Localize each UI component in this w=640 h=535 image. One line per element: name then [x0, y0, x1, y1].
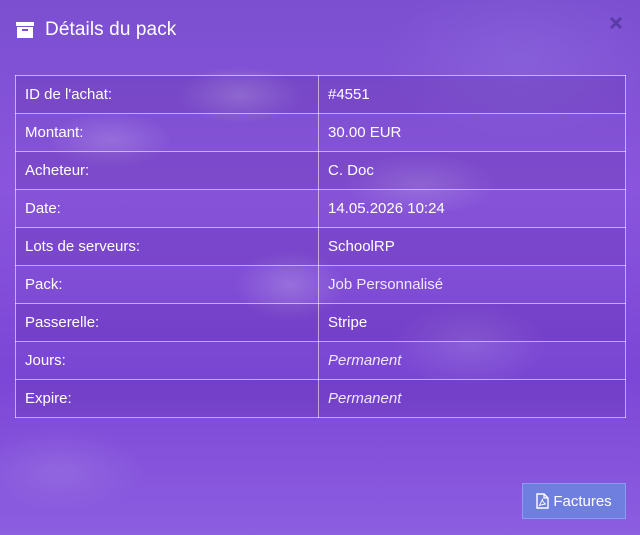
row-label-amount: Montant: [15, 113, 319, 152]
table-row: Montant: 30.00 EUR [15, 113, 626, 152]
row-value-buyer: C. Doc [318, 151, 626, 190]
invoices-button[interactable]: Factures [522, 483, 626, 519]
row-value-days: Permanent [318, 341, 626, 380]
row-value-pack: Job Personnalisé [318, 265, 626, 304]
table-row: Pack: Job Personnalisé [15, 265, 626, 304]
row-label-gateway: Passerelle: [15, 303, 319, 342]
modal-header: Détails du pack [16, 16, 176, 44]
row-label-pack: Pack: [15, 265, 319, 304]
table-row: Date: 14.05.2026 10:24 [15, 189, 626, 228]
row-label-date: Date: [15, 189, 319, 228]
table-row: Acheteur: C. Doc [15, 151, 626, 190]
table-row: Lots de serveurs: SchoolRP [15, 227, 626, 266]
row-value-date: 14.05.2026 10:24 [318, 189, 626, 228]
row-label-buyer: Acheteur: [15, 151, 319, 190]
row-value-purchase-id: #4551 [318, 75, 626, 114]
row-label-purchase-id: ID de l'achat: [15, 75, 319, 114]
close-icon [608, 15, 624, 36]
pack-details-modal: Détails du pack ID de l'achat: #4551 Mon… [0, 0, 640, 535]
pdf-file-icon [536, 493, 550, 509]
row-value-server-bundles: SchoolRP [318, 227, 626, 266]
table-row: ID de l'achat: #4551 [15, 75, 626, 114]
invoices-label: Factures [553, 492, 612, 510]
row-value-expires: Permanent [318, 379, 626, 418]
close-button[interactable] [606, 15, 626, 35]
row-label-server-bundles: Lots de serveurs: [15, 227, 319, 266]
details-table: ID de l'achat: #4551 Montant: 30.00 EUR … [15, 75, 626, 418]
table-row: Expire: Permanent [15, 379, 626, 418]
archive-box-icon [16, 22, 34, 38]
table-row: Jours: Permanent [15, 341, 626, 380]
row-value-gateway: Stripe [318, 303, 626, 342]
table-row: Passerelle: Stripe [15, 303, 626, 342]
modal-title: Détails du pack [45, 19, 177, 40]
row-value-amount: 30.00 EUR [318, 113, 626, 152]
row-label-expires: Expire: [15, 379, 319, 418]
row-label-days: Jours: [15, 341, 319, 380]
